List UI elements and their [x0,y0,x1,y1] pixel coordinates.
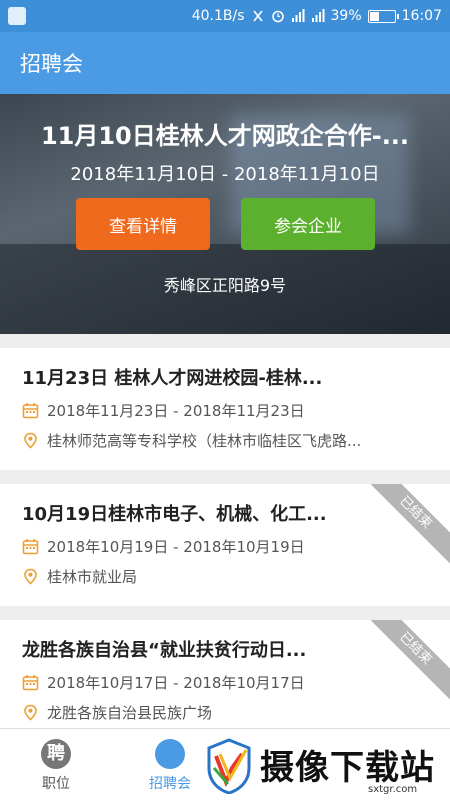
page-title: 招聘会 [20,52,83,76]
calendar-icon [22,539,39,555]
banner-address: 秀峰区正阳路9号 [163,276,287,295]
battery-fill [369,11,379,21]
ended-badge: 已结束 [361,484,450,567]
watermark-logo-icon [207,738,251,794]
app-bar: 招聘会 [0,32,450,94]
alarm-icon [271,10,284,23]
tab-job-fair-label: 招聘会 [149,776,191,792]
fair-location: 龙胜各族自治县民族广场 [47,704,213,722]
people-icon [155,739,185,769]
data-sync-icon [252,10,263,22]
featured-fair-banner[interactable]: 11月10日桂林人才网政企合作-... 2018年11月10日 - 2018年1… [0,94,450,334]
location-pin-icon [24,432,37,449]
network-speed: 40.1B/s [191,8,245,24]
watermark-url: sxtgr.com [368,784,418,795]
fair-dates-row: 2018年10月19日 - 2018年10月19日 [22,536,305,557]
clock: 16:07 [401,8,442,24]
fair-dates: 2018年10月19日 - 2018年10月19日 [47,538,305,556]
fair-dates-row: 2018年10月17日 - 2018年10月17日 [22,672,305,693]
battery-icon [367,9,399,23]
calendar-icon [22,403,39,419]
fair-location-row: 龙胜各族自治县民族广场 [22,702,212,723]
fair-title: 11月23日 桂林人才网进校园-桂林... [22,368,323,389]
view-details-button[interactable]: 查看详情 [76,198,210,250]
fair-location-row: 桂林市就业局 [22,566,137,587]
status-bar: 40.1B/s 39% 16:07 [0,0,450,32]
tab-jobs[interactable]: 聘 职位 [16,735,96,793]
fair-list-item[interactable]: 已结束 10月19日桂林市电子、机械、化工... 2018年10月19日 - 2… [0,484,450,606]
banner-title: 11月10日桂林人才网政企合作-... [40,122,410,150]
status-indicators: 40.1B/s 39% 16:07 [192,8,442,24]
location-pin-icon [24,568,37,585]
jobs-icon: 聘 [41,739,71,769]
fair-location-row: 桂林师范高等专科学校（桂林市临桂区飞虎路... [22,430,361,451]
location-pin-icon [24,704,37,721]
fair-dates: 2018年11月23日 - 2018年11月23日 [47,402,305,420]
fair-location: 桂林市就业局 [47,568,138,586]
banner-dates: 2018年11月10日 - 2018年11月10日 [70,164,380,185]
notification-icon [8,7,26,25]
fair-list-item[interactable]: 11月23日 桂林人才网进校园-桂林... 2018年11月23日 - 2018… [0,348,450,470]
watermark-text: 摄像下载站 [260,748,435,788]
fair-list-item[interactable]: 已结束 龙胜各族自治县“就业扶贫行动日... 2018年10月17日 - 201… [0,620,450,728]
fair-location: 桂林师范高等专科学校（桂林市临桂区飞虎路... [47,432,362,450]
signal-icon [311,9,325,22]
fair-title: 10月19日桂林市电子、机械、化工... [22,504,327,525]
fair-dates: 2018年10月17日 - 2018年10月17日 [47,674,305,692]
fair-title: 龙胜各族自治县“就业扶贫行动日... [22,640,307,661]
tab-jobs-label: 职位 [42,776,70,792]
fair-dates-row: 2018年11月23日 - 2018年11月23日 [22,400,305,421]
signal-4g-icon [291,9,305,22]
tab-job-fair[interactable]: 招聘会 [130,735,210,793]
calendar-icon [22,675,39,691]
ended-badge: 已结束 [361,620,450,703]
watermark: 摄像下载站 sxtgr.com [200,736,450,800]
participating-companies-button[interactable]: 参会企业 [241,198,375,250]
battery-percent: 39% [330,8,362,24]
